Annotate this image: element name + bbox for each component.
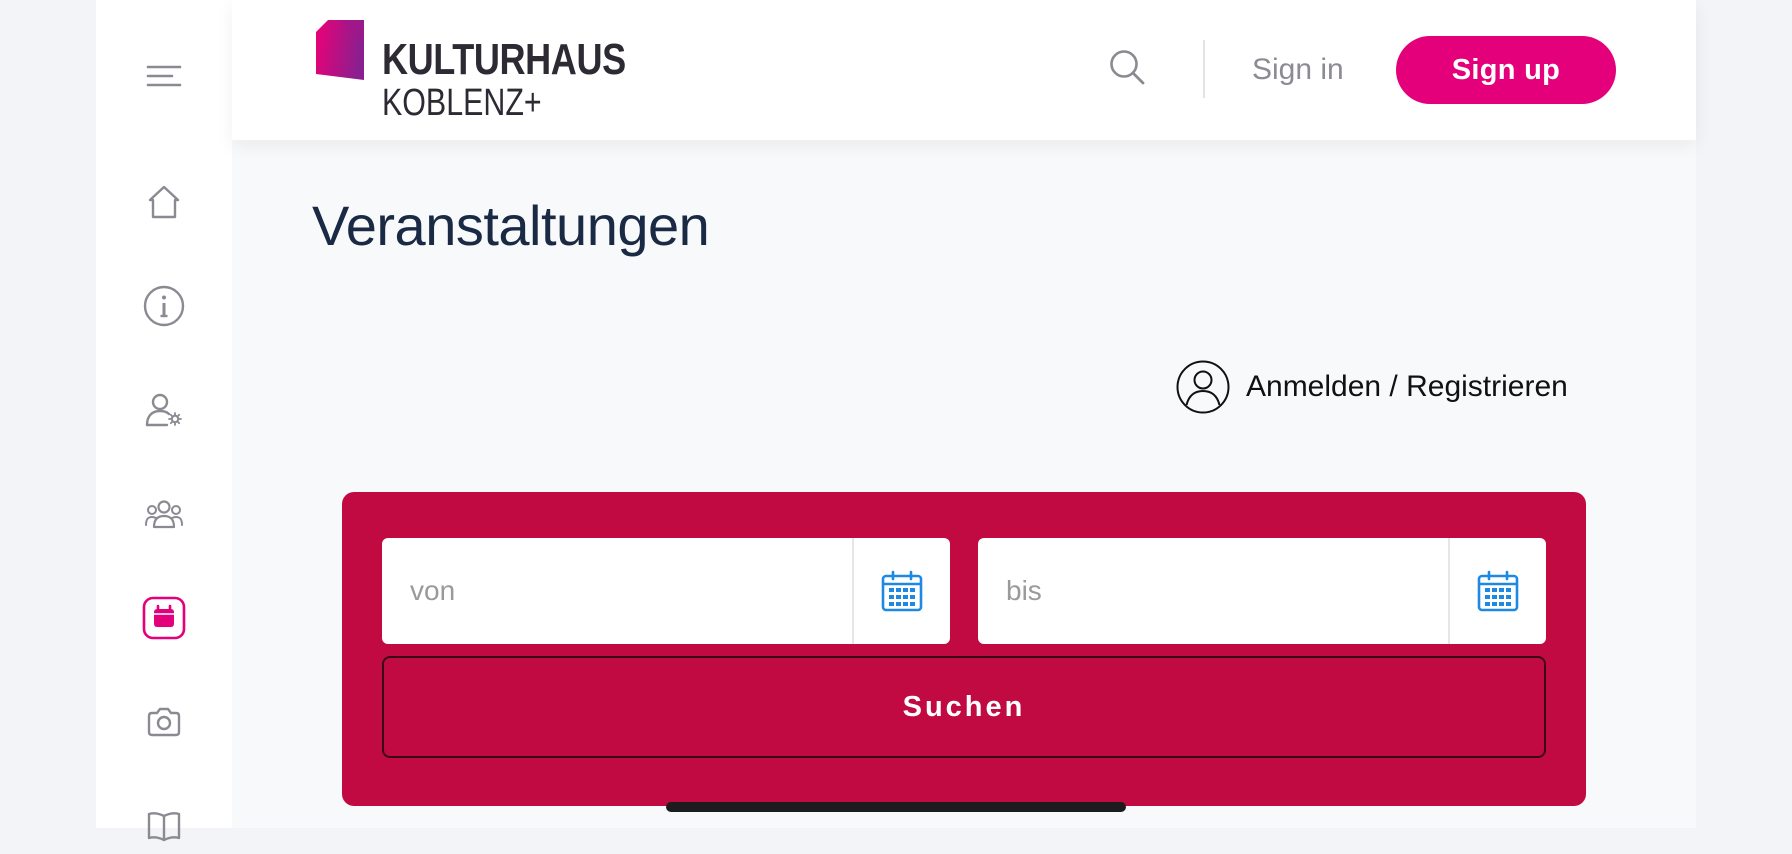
date-to-input[interactable]	[978, 538, 1446, 644]
date-to-field	[978, 538, 1546, 644]
user-circle-icon	[1176, 360, 1230, 414]
brand-name: KULTURHAUS	[382, 35, 626, 84]
group-icon	[145, 500, 183, 529]
camera-icon	[147, 707, 181, 737]
main-content: Veranstaltungen Anmelden / Registrieren	[232, 140, 1696, 828]
menu-icon	[146, 65, 182, 87]
calendar-icon	[1477, 570, 1519, 612]
brand-logo[interactable]: KULTURHAUS KOBLENZ+	[316, 20, 626, 124]
brand-subline: KOBLENZ+	[382, 82, 542, 124]
signup-button[interactable]: Sign up	[1396, 36, 1616, 104]
sidebar-item-community[interactable]	[136, 486, 192, 542]
book-icon	[147, 812, 181, 842]
sidebar-item-gallery[interactable]	[136, 694, 192, 750]
user-settings-icon	[145, 393, 182, 427]
calendar-icon	[881, 570, 923, 612]
sidebar	[96, 0, 232, 842]
sidebar-item-events[interactable]	[136, 590, 192, 646]
sidebar-item-library[interactable]	[136, 798, 192, 854]
sidebar-item-profile-settings[interactable]	[136, 382, 192, 438]
date-from-picker-button[interactable]	[852, 538, 950, 644]
calendar-icon	[142, 596, 186, 640]
menu-button[interactable]	[136, 48, 192, 104]
header-divider	[1203, 40, 1205, 98]
login-register-label: Anmelden / Registrieren	[1246, 370, 1568, 403]
date-from-input[interactable]	[382, 538, 850, 644]
sidebar-item-info[interactable]	[136, 278, 192, 334]
search-submit-button[interactable]: Suchen	[382, 656, 1546, 758]
page-title: Veranstaltungen	[312, 194, 710, 257]
sidebar-item-home[interactable]	[136, 174, 192, 230]
signin-link[interactable]: Sign in	[1252, 52, 1344, 88]
event-search-form: Suchen	[342, 492, 1586, 806]
header-search-button[interactable]	[1108, 48, 1148, 88]
info-icon	[143, 285, 185, 327]
logo-house-icon	[316, 20, 364, 80]
home-icon	[148, 185, 180, 219]
date-from-field	[382, 538, 950, 644]
login-register-link[interactable]: Anmelden / Registrieren	[1176, 360, 1568, 414]
date-to-picker-button[interactable]	[1448, 538, 1546, 644]
home-indicator[interactable]	[666, 802, 1126, 812]
top-header: KULTURHAUS KOBLENZ+ Sign in Sign up	[232, 0, 1696, 140]
search-icon	[1110, 50, 1145, 85]
